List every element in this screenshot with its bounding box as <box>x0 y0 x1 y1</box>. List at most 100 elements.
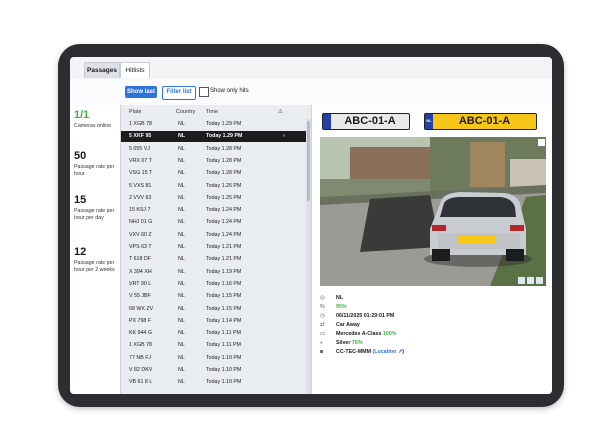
tab-bar: Passages Hitlists <box>70 57 552 80</box>
cell-plate: X 394 XH <box>129 268 152 275</box>
cell-time: Today 1.15 PM <box>206 305 242 312</box>
car-icon: ▭ <box>320 331 326 337</box>
cell-country: NL <box>178 219 185 226</box>
cell-country: NL <box>178 231 185 238</box>
table-row[interactable]: T 618 DF NL Today 1.21 PM <box>121 254 306 265</box>
show-last-button[interactable]: Show last <box>125 86 157 98</box>
cell-time: Today 1.11 PM <box>206 342 241 349</box>
stats-panel: 1/1 Cameras online 50 Passage rate per h… <box>70 105 120 394</box>
palette-icon: ◐ <box>320 340 324 346</box>
detail-panel: ABC-01-A NL ABC-01-A ◎ NL % 95% ◷ 06/11/… <box>311 105 552 394</box>
cell-time: Today 1.28 PM <box>206 170 242 177</box>
passage-rate-hour-label: Passage rate per hour <box>74 164 115 177</box>
col-time[interactable]: Time <box>206 109 218 115</box>
direction-icon: ⇄ <box>320 322 325 328</box>
cell-plate: 5 055 VJ <box>129 145 150 152</box>
table-row[interactable]: VXV 60 Z NL Today 1.24 PM <box>121 230 306 241</box>
cell-plate: 2 VVV 63 <box>129 194 152 201</box>
cell-plate: T 618 DF <box>129 256 151 263</box>
cell-time: Today 1.19 PM <box>206 268 242 275</box>
passage-rate-hour-value: 50 <box>74 150 87 162</box>
warning-icon[interactable]: ⚠ <box>278 109 283 115</box>
globe-icon: ◎ <box>320 295 325 301</box>
table-row[interactable]: VRT 90 L NL Today 1.16 PM <box>121 279 306 290</box>
passage-rate-day-value: 15 <box>74 194 87 206</box>
cell-country: NL <box>178 367 185 373</box>
table-row[interactable]: 77 NB FJ NL Today 1.10 PM <box>121 353 306 364</box>
cell-time: Today 1.29 PM <box>206 121 242 127</box>
cell-time: Today 1.10 PM <box>206 367 242 373</box>
plate-white: ABC-01-A <box>322 113 410 130</box>
passage-list: Plate Country Time ⚠ 1 XGB 78 NL Today 1.2… <box>120 105 312 394</box>
table-row[interactable]: NHJ 01 G NL Today 1.24 PM <box>121 217 306 228</box>
cell-plate: VPS 63 T <box>129 244 152 250</box>
table-row[interactable]: 5 XKF 95 NL Today 1.29 PM › <box>121 131 306 143</box>
cell-plate: V 82 DKV <box>129 367 153 373</box>
table-row[interactable]: VB 61 8 L NL Today 1.10 PM <box>121 377 306 388</box>
cell-time: Today 1.21 PM <box>206 244 242 250</box>
cell-country: NL <box>178 121 185 127</box>
cell-plate: 1 XGB 78 <box>129 121 152 127</box>
table-row[interactable]: X 394 XH NL Today 1.19 PM <box>121 267 306 278</box>
cell-country: NL <box>178 182 185 189</box>
toolbar: Show last Filter list Show only hits <box>70 79 552 106</box>
cell-plate: 5 VXS 81 <box>129 182 152 189</box>
cell-country: NL <box>178 207 185 214</box>
cell-plate: 68 WX ZV <box>129 305 154 312</box>
table-row[interactable]: 2 VVV 63 NL Today 1.25 PM <box>121 193 306 204</box>
table-row[interactable]: V 55 JBF NL Today 1.15 PM <box>121 291 306 302</box>
camera-icon: ◙ <box>320 349 324 355</box>
col-plate[interactable]: Plate <box>129 109 142 115</box>
cell-country: NL <box>178 379 185 386</box>
cell-plate: VB 61 8 L <box>129 379 153 386</box>
tab-hitlists[interactable]: Hitlists <box>120 62 150 78</box>
cell-country: NL <box>178 354 185 361</box>
cell-country: NL <box>178 244 185 250</box>
cell-time: Today 1.24 PM <box>206 219 242 226</box>
cell-country: NL <box>178 330 185 337</box>
cell-time: Today 1.10 PM <box>206 354 242 361</box>
cell-country: NL <box>178 293 185 300</box>
cell-country: NL <box>178 145 185 152</box>
location-link[interactable]: (Location <box>373 349 397 355</box>
table-row[interactable]: 15 KSJ 7 NL Today 1.24 PM <box>121 205 306 216</box>
table-row[interactable]: 1 XGB 78 NL Today 1.29 PM <box>121 119 306 130</box>
table-row[interactable]: 5 VXS 81 NL Today 1.26 PM <box>121 181 306 192</box>
table-row[interactable]: 5 055 VJ NL Today 1.28 PM <box>121 144 306 155</box>
show-only-hits-label: Show only hits <box>210 88 249 94</box>
scroll-thumb[interactable] <box>307 121 310 201</box>
col-country[interactable]: Country <box>176 109 195 115</box>
percent-icon: % <box>320 304 325 310</box>
cell-time: Today 1.25 PM <box>206 194 242 201</box>
table-row[interactable]: PX 798 F NL Today 1.14 PM <box>121 316 306 327</box>
show-only-hits-checkbox[interactable] <box>199 87 209 97</box>
cell-time: Today 1.29 PM <box>206 133 243 140</box>
cameras-online-label: Cameras online <box>74 123 112 129</box>
make-model-confidence: 100% <box>382 331 397 337</box>
filter-list-button[interactable]: Filter list <box>162 86 196 100</box>
camera-id: CC-TEC-MMM <box>336 349 372 355</box>
eu-band-icon <box>323 114 331 129</box>
cell-time: Today 1.24 PM <box>206 207 242 214</box>
cell-time: Today 1.15 PM <box>206 293 242 300</box>
table-row[interactable]: V 82 DKV NL Today 1.10 PM <box>121 365 306 376</box>
tablet-frame: Passages Hitlists Show last Filter list … <box>58 44 564 407</box>
cell-country: NL <box>178 317 185 324</box>
app-screen: Passages Hitlists Show last Filter list … <box>70 57 552 394</box>
cell-plate: 15 KSJ 7 <box>129 207 151 214</box>
cell-plate: VRX 07 T <box>129 157 152 164</box>
table-row[interactable]: VPS 63 T NL Today 1.21 PM <box>121 242 306 253</box>
table-row[interactable]: 1 XGB 78 NL Today 1.11 PM <box>121 340 306 351</box>
make-model-text: Mercedes A-Class <box>336 331 382 337</box>
tab-passages[interactable]: Passages <box>84 62 120 78</box>
camera-photo[interactable] <box>320 137 546 286</box>
cell-time: Today 1.24 PM <box>206 231 242 238</box>
list-header: Plate Country Time ⚠ <box>121 105 312 119</box>
table-row[interactable]: KK 944 G NL Today 1.11 PM <box>121 328 306 339</box>
cell-country: NL <box>178 170 185 177</box>
table-row[interactable]: VSG 15 T NL Today 1.28 PM <box>121 168 306 179</box>
cell-time: Today 1.28 PM <box>206 157 242 164</box>
cell-country: NL <box>178 268 185 275</box>
table-row[interactable]: 68 WX ZV NL Today 1.15 PM <box>121 304 306 315</box>
table-row[interactable]: VRX 07 T NL Today 1.28 PM <box>121 156 306 167</box>
